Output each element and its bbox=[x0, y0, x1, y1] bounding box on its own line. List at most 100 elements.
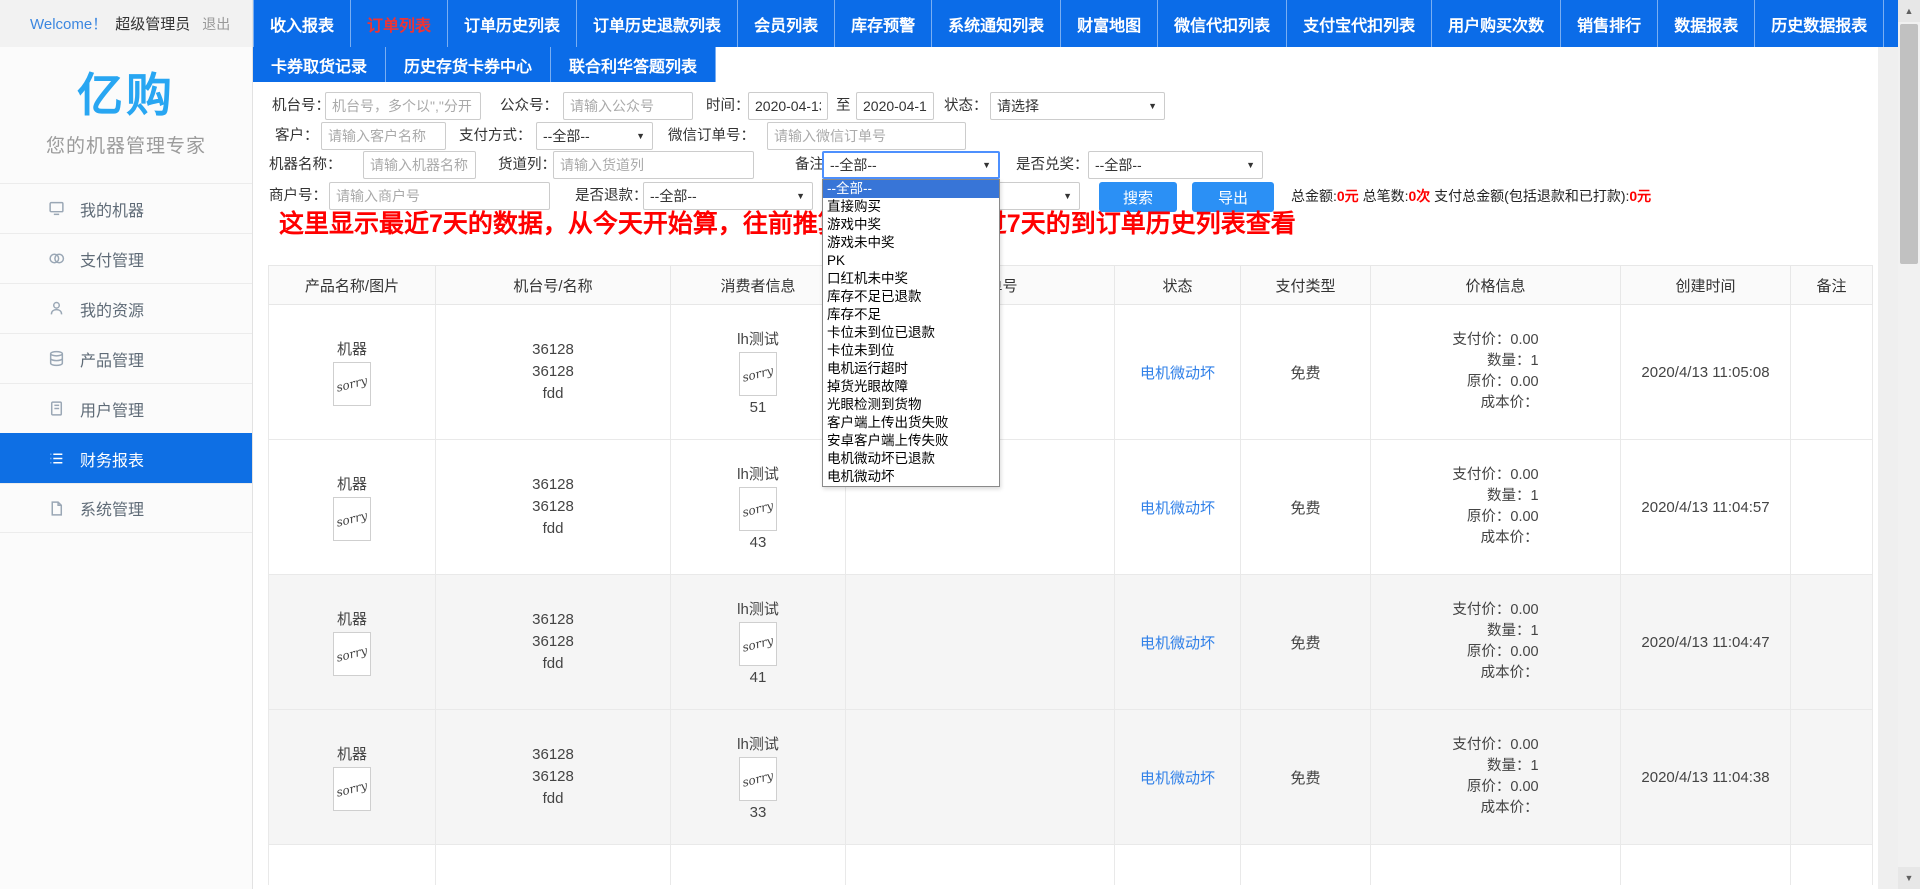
sidebar-item-system[interactable]: 系统管理 bbox=[0, 483, 252, 533]
subtab-history-stock-coupon-center[interactable]: 历史存货卡券中心 bbox=[386, 47, 551, 82]
refund-select-value: --全部-- bbox=[650, 186, 697, 206]
order-no-cell bbox=[846, 710, 1115, 845]
sidebar-item-products[interactable]: 产品管理 bbox=[0, 333, 252, 383]
summary-totals: 总金额:0元 总笔数:0次 支付总金额(包括退款和已打款):0元 bbox=[1291, 186, 1651, 206]
dropdown-option[interactable]: 电机运行超时 bbox=[823, 360, 999, 378]
sidebar-item-label: 产品管理 bbox=[80, 347, 144, 371]
sidebar-menu: 我的机器 支付管理 我的资源 产品管理 用户管理 财务报表 bbox=[0, 183, 252, 533]
status-link[interactable]: 电机微动坏 bbox=[1140, 635, 1215, 652]
nav-tab-system-notice[interactable]: 系统通知列表 bbox=[932, 0, 1061, 47]
pay-method-select[interactable]: --全部-- ▼ bbox=[536, 122, 653, 150]
dropdown-option[interactable]: 游戏未中奖 bbox=[823, 234, 999, 252]
nav-tab-order-list[interactable]: 订单列表 bbox=[351, 0, 448, 47]
logout-link[interactable]: 退出 bbox=[202, 14, 230, 34]
subtab-unilever-quiz-list[interactable]: 联合利华答题列表 bbox=[551, 47, 716, 82]
col-remark: 备注 bbox=[1791, 266, 1873, 305]
dropdown-option[interactable]: --全部-- bbox=[823, 180, 999, 198]
nav-tab-alipay-deduct[interactable]: 支付宝代扣列表 bbox=[1287, 0, 1432, 47]
dropdown-option[interactable]: 电机微动坏 bbox=[823, 468, 999, 486]
customer-input[interactable] bbox=[321, 122, 446, 150]
nav-tab-wechat-deduct[interactable]: 微信代扣列表 bbox=[1158, 0, 1287, 47]
redeem-select[interactable]: --全部-- ▼ bbox=[1088, 151, 1263, 179]
orders-table: 产品名称/图片 机台号/名称 消费者信息 微信订单号 状态 支付类型 价格信息 … bbox=[268, 265, 1873, 885]
order-no-cell bbox=[846, 575, 1115, 710]
machine-name-input[interactable] bbox=[363, 151, 476, 179]
broken-image-placeholder: sorry bbox=[739, 757, 777, 801]
notebook-icon bbox=[48, 400, 65, 417]
nav-tab-wealth-map[interactable]: 财富地图 bbox=[1061, 0, 1158, 47]
sidebar-item-resources[interactable]: 我的资源 bbox=[0, 283, 252, 333]
dropdown-option[interactable]: 客户端上传出货失败 bbox=[823, 414, 999, 432]
machine-no-label: 机台号： bbox=[272, 92, 330, 120]
dropdown-option[interactable]: 卡位未到位 bbox=[823, 342, 999, 360]
dropdown-option[interactable]: 直接购买 bbox=[823, 198, 999, 216]
welcome-text: Welcome！ bbox=[30, 13, 107, 34]
consumer-id: 43 bbox=[750, 534, 767, 551]
created-time: 2020/4/13 11:05:08 bbox=[1621, 305, 1791, 440]
status-link[interactable]: 电机微动坏 bbox=[1140, 365, 1215, 382]
subtab-coupon-pickup-record[interactable]: 卡券取货记录 bbox=[253, 47, 386, 82]
chevron-down-icon: ▼ bbox=[636, 131, 645, 141]
pay-type-cell: 免费 bbox=[1241, 440, 1371, 575]
dropdown-option[interactable]: PK bbox=[823, 252, 999, 270]
machine-no-input[interactable] bbox=[325, 92, 481, 120]
consumer-name: lh测试 bbox=[737, 328, 779, 349]
col-pay-type: 支付类型 bbox=[1241, 266, 1371, 305]
public-no-label: 公众号： bbox=[500, 92, 558, 120]
dropdown-option[interactable]: 安卓客户端上传失败 bbox=[823, 432, 999, 450]
dropdown-option[interactable]: 光眼检测到货物 bbox=[823, 396, 999, 414]
nav-tab-order-history-refund[interactable]: 订单历史退款列表 bbox=[577, 0, 738, 47]
nav-tab-members[interactable]: 会员列表 bbox=[738, 0, 835, 47]
consumer-id: 41 bbox=[750, 669, 767, 686]
dropdown-option[interactable]: 库存不足 bbox=[823, 306, 999, 324]
sidebar-item-label: 财务报表 bbox=[80, 447, 144, 471]
table-row-partial bbox=[269, 845, 1873, 885]
status-link[interactable]: 电机微动坏 bbox=[1140, 770, 1215, 787]
nav-tab-user-purchase-count[interactable]: 用户购买次数 bbox=[1432, 0, 1561, 47]
created-time: 2020/4/13 11:04:38 bbox=[1621, 710, 1791, 845]
time-to-input[interactable] bbox=[856, 92, 934, 120]
dropdown-option[interactable]: 卡位未到位已退款 bbox=[823, 324, 999, 342]
price-info: 支付价：0.00数量：1原价：0.00成本价： bbox=[1452, 600, 1538, 684]
status-link[interactable]: 电机微动坏 bbox=[1140, 500, 1215, 517]
scrollbar-thumb[interactable] bbox=[1900, 24, 1918, 264]
dropdown-option[interactable]: 库存不足已退款 bbox=[823, 288, 999, 306]
top-nav: 收入报表 订单列表 订单历史列表 订单历史退款列表 会员列表 库存预警 系统通知… bbox=[253, 0, 1898, 47]
pay-type-cell: 免费 bbox=[1241, 710, 1371, 845]
dropdown-option[interactable]: 游戏中奖 bbox=[823, 216, 999, 234]
status-select[interactable]: 请选择 ▼ bbox=[990, 92, 1165, 120]
scroll-down-arrow[interactable]: ▼ bbox=[1898, 867, 1920, 889]
time-from-input[interactable] bbox=[748, 92, 828, 120]
broken-image-placeholder: sorry bbox=[333, 632, 371, 676]
remark-dropdown-list: --全部-- 直接购买 游戏中奖 游戏未中奖 PK 口红机未中奖 库存不足已退款… bbox=[822, 179, 1000, 487]
nav-tab-order-history[interactable]: 订单历史列表 bbox=[448, 0, 577, 47]
machine-icon bbox=[48, 200, 65, 217]
dropdown-option[interactable]: 口红机未中奖 bbox=[823, 270, 999, 288]
sidebar-item-users[interactable]: 用户管理 bbox=[0, 383, 252, 433]
nav-tab-stock-warning[interactable]: 库存预警 bbox=[835, 0, 932, 47]
nav-tab-income-report[interactable]: 收入报表 bbox=[253, 0, 351, 47]
col-consumer: 消费者信息 bbox=[671, 266, 846, 305]
scroll-up-arrow[interactable]: ▲ bbox=[1898, 0, 1920, 22]
machine-no: 36128 bbox=[436, 339, 670, 361]
remark-select[interactable]: --全部-- ▼ bbox=[822, 151, 1000, 179]
sidebar-item-my-machines[interactable]: 我的机器 bbox=[0, 183, 252, 233]
redeem-label: 是否兑奖： bbox=[1016, 151, 1089, 179]
sidebar-item-payment[interactable]: 支付管理 bbox=[0, 233, 252, 283]
broken-image-placeholder: sorry bbox=[333, 362, 371, 406]
channel-input[interactable] bbox=[553, 151, 754, 179]
dropdown-option[interactable]: 掉货光眼故障 bbox=[823, 378, 999, 396]
sidebar-item-finance-reports[interactable]: 财务报表 bbox=[0, 433, 252, 483]
price-info: 支付价：0.00数量：1原价：0.00成本价： bbox=[1452, 465, 1538, 549]
remark-cell bbox=[1791, 575, 1873, 710]
sidebar-item-label: 我的机器 bbox=[80, 197, 144, 221]
nav-tab-data-report[interactable]: 数据报表 bbox=[1658, 0, 1755, 47]
database-icon bbox=[48, 350, 65, 367]
nav-tab-history-data-report[interactable]: 历史数据报表 bbox=[1755, 0, 1884, 47]
chevron-down-icon: ▼ bbox=[1148, 101, 1157, 111]
wechat-order-input[interactable] bbox=[767, 122, 966, 150]
public-no-input[interactable] bbox=[563, 92, 693, 120]
dropdown-option[interactable]: 电机微动坏已退款 bbox=[823, 450, 999, 468]
nav-tab-sales-rank[interactable]: 销售排行 bbox=[1561, 0, 1658, 47]
sub-nav: 卡券取货记录 历史存货卡券中心 联合利华答题列表 bbox=[253, 47, 716, 82]
